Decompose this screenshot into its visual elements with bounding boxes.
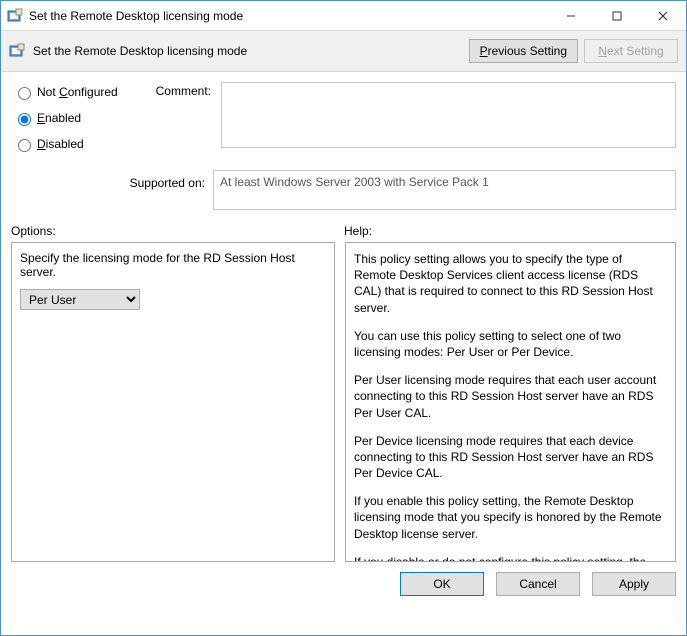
help-paragraph: You can use this policy setting to selec… xyxy=(354,328,667,360)
minimize-button[interactable] xyxy=(548,1,594,31)
ok-button[interactable]: OK xyxy=(400,572,484,596)
help-panel: This policy setting allows you to specif… xyxy=(345,242,676,562)
close-button[interactable] xyxy=(640,1,686,31)
help-paragraph: If you enable this policy setting, the R… xyxy=(354,493,667,542)
toolbar: Set the Remote Desktop licensing mode Pr… xyxy=(1,31,686,72)
supported-on-value: At least Windows Server 2003 with Servic… xyxy=(213,170,676,210)
window-title: Set the Remote Desktop licensing mode xyxy=(29,9,243,23)
help-paragraph: Per User licensing mode requires that ea… xyxy=(354,372,667,421)
help-section-label: Help: xyxy=(344,224,676,238)
radio-disabled-label: Disabled xyxy=(37,137,84,151)
options-section-label: Options: xyxy=(11,224,344,238)
gpo-icon xyxy=(7,8,23,24)
help-paragraph: This policy setting allows you to specif… xyxy=(354,251,667,316)
next-setting-button[interactable]: Next Setting xyxy=(584,39,678,63)
cancel-button[interactable]: Cancel xyxy=(496,572,580,596)
radio-disabled-input[interactable] xyxy=(18,139,31,152)
radio-enabled-input[interactable] xyxy=(18,113,31,126)
options-prompt: Specify the licensing mode for the RD Se… xyxy=(20,251,326,279)
radio-enabled[interactable]: Enabled xyxy=(13,110,133,126)
titlebar: Set the Remote Desktop licensing mode xyxy=(1,1,686,31)
policy-title: Set the Remote Desktop licensing mode xyxy=(33,44,247,58)
radio-disabled[interactable]: Disabled xyxy=(13,136,133,152)
previous-setting-button[interactable]: Previous Setting xyxy=(469,39,578,63)
radio-not-configured-label: Not Configured xyxy=(37,85,118,99)
apply-button[interactable]: Apply xyxy=(592,572,676,596)
radio-not-configured[interactable]: Not Configured xyxy=(13,84,133,100)
dialog-footer: OK Cancel Apply xyxy=(1,562,686,606)
policy-icon xyxy=(9,43,25,59)
supported-on-label: Supported on: xyxy=(13,170,213,210)
maximize-button[interactable] xyxy=(594,1,640,31)
radio-enabled-label: Enabled xyxy=(37,111,81,125)
help-paragraph: If you disable or do not configure this … xyxy=(354,554,667,562)
radio-not-configured-input[interactable] xyxy=(18,87,31,100)
comment-textarea[interactable] xyxy=(221,82,676,148)
help-paragraph: Per Device licensing mode requires that … xyxy=(354,433,667,482)
options-panel: Specify the licensing mode for the RD Se… xyxy=(11,242,335,562)
licensing-mode-select[interactable]: Per User xyxy=(20,289,140,310)
comment-label: Comment: xyxy=(137,84,211,98)
